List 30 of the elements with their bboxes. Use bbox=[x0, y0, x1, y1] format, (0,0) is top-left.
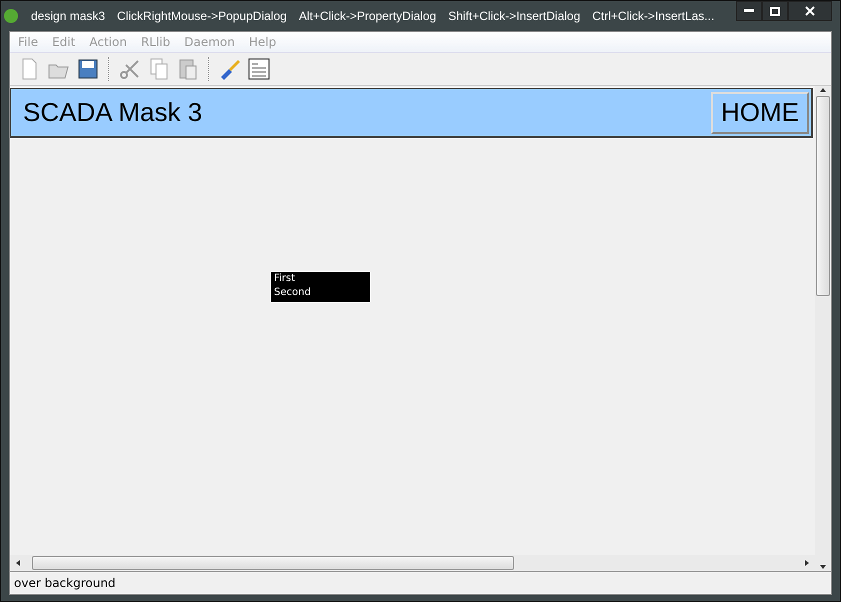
scroll-left-icon[interactable] bbox=[14, 559, 22, 567]
menu-item[interactable]: Action bbox=[83, 35, 133, 49]
save-icon[interactable] bbox=[76, 57, 100, 81]
minimize-button[interactable] bbox=[736, 1, 762, 21]
scroll-up-icon[interactable] bbox=[819, 86, 827, 94]
menu-item[interactable]: Edit bbox=[46, 35, 82, 49]
list-box[interactable]: First Second bbox=[271, 272, 370, 302]
app-logo-icon bbox=[3, 8, 19, 24]
maximize-button[interactable] bbox=[762, 1, 788, 21]
menu-item[interactable]: Daemon bbox=[178, 35, 241, 49]
title-hint: Ctrl+Click->InsertLas... bbox=[592, 9, 714, 23]
status-bar: over background bbox=[10, 571, 831, 594]
close-button[interactable] bbox=[788, 1, 832, 21]
scroll-down-icon[interactable] bbox=[819, 563, 827, 571]
list-item[interactable]: Second bbox=[271, 286, 370, 300]
menu-item[interactable]: RLlib bbox=[134, 35, 176, 49]
menu-item[interactable]: Help bbox=[242, 35, 282, 49]
scroll-right-icon[interactable] bbox=[803, 559, 811, 567]
title-hint: ClickRightMouse->PopupDialog bbox=[117, 9, 287, 23]
dialog-icon[interactable] bbox=[247, 57, 271, 81]
menu-item[interactable]: File bbox=[12, 35, 44, 49]
title-hint: Alt+Click->PropertyDialog bbox=[298, 9, 436, 23]
window-title: design mask3 bbox=[31, 9, 106, 23]
home-button[interactable]: HOME bbox=[711, 92, 809, 134]
list-item[interactable]: First bbox=[271, 272, 370, 286]
minimize-icon bbox=[744, 9, 754, 13]
header-title: SCADA Mask 3 bbox=[23, 97, 202, 128]
close-icon bbox=[805, 6, 815, 16]
title-hint: Shift+Click->InsertDialog bbox=[448, 9, 580, 23]
maximize-icon bbox=[770, 6, 780, 16]
